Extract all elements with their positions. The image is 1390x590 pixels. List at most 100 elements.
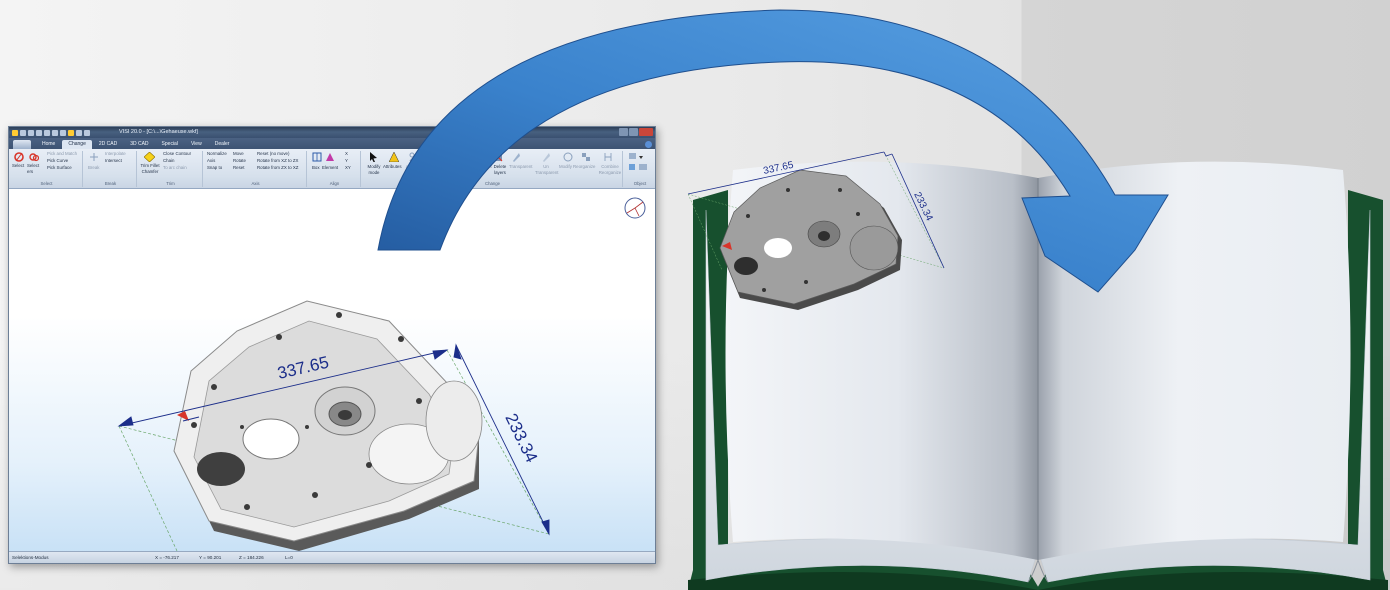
new-icon[interactable] xyxy=(20,129,26,136)
trim-fillet-chamfer-button[interactable]: Trim Fillet Chamfer xyxy=(140,163,160,175)
tab-3d-cad[interactable]: 3D CAD xyxy=(124,140,154,149)
tab-change[interactable]: Change xyxy=(62,140,92,149)
normalize-button[interactable]: Normalize xyxy=(207,151,227,157)
help-icon[interactable] xyxy=(645,141,652,148)
blank-icon xyxy=(463,153,473,161)
ribbon-group-trim: Trim Fillet Chamfer Close Contour Chain … xyxy=(139,151,203,187)
attributes-paste-button[interactable]: Attributes paste xyxy=(425,164,445,176)
attributes-paste-icon xyxy=(429,152,439,162)
close-button[interactable] xyxy=(639,128,653,136)
select-icon xyxy=(14,152,24,162)
chain-button[interactable]: Chain xyxy=(163,158,174,164)
align-icon xyxy=(449,152,457,160)
break-icon xyxy=(90,153,98,161)
attributes-copy-button[interactable]: Attributes copy xyxy=(405,164,425,176)
interpolate-button[interactable]: Interpolate xyxy=(105,151,126,157)
move-button[interactable]: Move xyxy=(233,151,244,157)
align-box-button[interactable]: Box xyxy=(312,165,320,171)
attributes-button[interactable]: Attributes xyxy=(383,164,402,170)
intersect-button[interactable]: Intersect xyxy=(105,158,122,164)
book-cad-part xyxy=(719,169,902,310)
tab-2d-cad[interactable]: 2D CAD xyxy=(93,140,123,149)
transparent-icon xyxy=(513,153,520,162)
select-ers-button[interactable]: Select ers xyxy=(27,163,41,175)
select-button[interactable]: Select xyxy=(12,163,24,169)
cad-application-window: VISI 20.0 - [C:\...\Gehaeuse.wkf] Home C… xyxy=(8,126,656,564)
quick-access-toolbar xyxy=(9,129,90,136)
print-icon[interactable] xyxy=(60,129,66,136)
group-label-trim: Trim xyxy=(166,181,175,186)
status-bar: Selektions-Modus X = -76.217 Y = 90.201 … xyxy=(9,551,655,563)
rotate-zx-xz-button[interactable]: Rotate from ZX to XZ xyxy=(257,165,298,171)
reorganize-button[interactable]: Reorganize xyxy=(573,164,595,170)
application-menu-button[interactable] xyxy=(13,140,31,149)
save-icon[interactable] xyxy=(36,129,42,136)
align-button[interactable]: Align xyxy=(448,164,458,170)
reset-no-move-button[interactable]: Reset (no move) xyxy=(257,151,289,157)
status-z-coordinate: Z = 184.226 xyxy=(239,555,264,560)
cad-part[interactable] xyxy=(173,300,483,551)
status-x-coordinate: X = -76.217 xyxy=(155,555,179,560)
pick-surface-button[interactable]: Pick Surface xyxy=(47,165,72,171)
blank-button[interactable]: Blank xyxy=(462,164,473,170)
status-mode: Selektions-Modus xyxy=(12,555,49,560)
help-icon[interactable] xyxy=(84,129,90,136)
object-icons[interactable] xyxy=(629,153,649,175)
align-y-button[interactable]: Y xyxy=(345,158,348,164)
redo-icon[interactable] xyxy=(52,129,58,136)
title-bar: VISI 20.0 - [C:\...\Gehaeuse.wkf] xyxy=(9,127,655,138)
group-label-align: Align xyxy=(329,181,340,186)
ribbon-group-axis: Normalize Axis Snap to Move Rotate Reset… xyxy=(205,151,307,187)
ribbon-group-object: Object xyxy=(625,151,655,187)
align-element-button[interactable]: Element xyxy=(322,165,338,171)
tab-home[interactable]: Home xyxy=(36,140,61,149)
ribbon-group-break: Break Interpolate Intersect Break xyxy=(85,151,137,187)
status-length: L=0 xyxy=(285,555,293,560)
delete-layers-icon xyxy=(493,152,503,162)
align-x-button[interactable]: X xyxy=(345,151,348,157)
undo-icon[interactable] xyxy=(44,129,50,136)
unblank-button[interactable]: Unblank xyxy=(476,164,492,170)
window-controls xyxy=(619,128,653,136)
axis-button[interactable]: Axis xyxy=(207,158,215,164)
tab-view[interactable]: View xyxy=(185,140,208,149)
tab-special[interactable]: Special xyxy=(156,140,184,149)
attributes-icon xyxy=(389,152,399,162)
transparent-button[interactable]: Transparent xyxy=(509,164,533,170)
app-logo-icon[interactable] xyxy=(12,129,18,136)
book-illustration: 337.65 233.34 xyxy=(688,151,945,310)
reorganize-icon xyxy=(582,153,590,161)
rotate-button[interactable]: Rotate xyxy=(233,158,246,164)
3d-viewport[interactable]: 337.65 233.34 xyxy=(9,189,655,553)
ribbon-tab-bar: Home Change 2D CAD 3D CAD Special View D… xyxy=(9,138,655,149)
align-xy-button[interactable]: XY xyxy=(345,165,351,171)
combine-reorganize-button[interactable]: Combine Reorganize xyxy=(597,164,623,176)
dimension-width-label: 233.34 xyxy=(501,410,541,465)
view-cube-icon[interactable] xyxy=(624,197,646,219)
select-ers-icon xyxy=(29,153,39,162)
to-arc-chain-button[interactable]: To arc chain xyxy=(163,165,187,171)
book-dimension-width-label: 233.34 xyxy=(911,190,934,223)
window-title: VISI 20.0 - [C:\...\Gehaeuse.wkf] xyxy=(119,129,198,135)
pick-and-match-button[interactable]: Pick and Match xyxy=(47,151,77,157)
snap-to-button[interactable]: Snap to xyxy=(207,165,222,171)
rotate-xz-zx-button[interactable]: Rotate from XZ to ZX xyxy=(257,158,298,164)
break-button[interactable]: Break xyxy=(88,165,99,171)
delete-layers-button[interactable]: Delete layers xyxy=(493,164,507,176)
reset-button[interactable]: Reset xyxy=(233,165,244,171)
window-icon[interactable] xyxy=(76,129,82,136)
tab-dealer[interactable]: Dealer xyxy=(209,140,236,149)
modify-icon xyxy=(563,152,573,162)
settings-icon[interactable] xyxy=(68,129,74,136)
close-contour-button[interactable]: Close Contour xyxy=(163,151,191,157)
modify-button[interactable]: Modify xyxy=(559,164,572,170)
un-transparent-button[interactable]: Un Transparent xyxy=(535,164,559,176)
group-label-axis: Axis xyxy=(251,181,260,186)
modify-mode-button[interactable]: Modify mode xyxy=(365,164,383,176)
pick-curve-button[interactable]: Pick Curve xyxy=(47,158,68,164)
open-icon[interactable] xyxy=(28,129,34,136)
minimize-button[interactable] xyxy=(619,128,628,136)
maximize-button[interactable] xyxy=(629,128,638,136)
combine-reorganize-icon xyxy=(604,153,612,161)
ribbon-group-select: Select Select ers Pick and Match Pick Cu… xyxy=(11,151,83,187)
